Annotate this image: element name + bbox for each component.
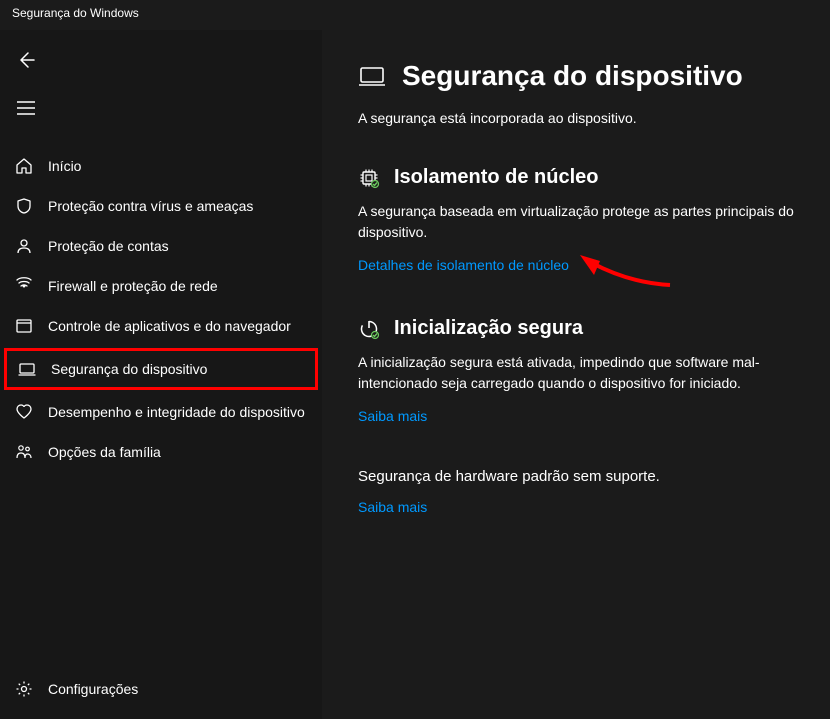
sidebar-item-label: Desempenho e integridade do dispositivo — [48, 404, 305, 420]
section-title: Inicialização segura — [394, 317, 583, 340]
chip-icon — [358, 167, 380, 189]
back-button[interactable] — [6, 40, 46, 80]
sidebar-item-app-control[interactable]: Controle de aplicativos e do navegador — [0, 306, 322, 346]
hardware-status-text: Segurança de hardware padrão sem suporte… — [358, 468, 794, 485]
heart-icon — [14, 402, 34, 422]
sidebar-item-account[interactable]: Proteção de contas — [0, 226, 322, 266]
section-desc: A inicialização segura está ativada, imp… — [358, 352, 794, 394]
network-icon — [14, 276, 34, 296]
section-core-isolation: Isolamento de núcleo A segurança baseada… — [358, 166, 794, 275]
hardware-learn-more-link[interactable]: Saiba mais — [358, 499, 427, 515]
gear-icon — [14, 679, 34, 699]
family-icon — [14, 442, 34, 462]
device-icon — [17, 359, 37, 379]
section-title: Isolamento de núcleo — [394, 166, 598, 189]
page-title: Segurança do dispositivo — [402, 60, 743, 92]
sidebar-item-performance[interactable]: Desempenho e integridade do dispositivo — [0, 392, 322, 432]
sidebar-item-label: Controle de aplicativos e do navegador — [48, 318, 291, 334]
sidebar-item-label: Firewall e proteção de rede — [48, 278, 218, 294]
section-secure-boot: Inicialização segura A inicialização seg… — [358, 317, 794, 426]
secure-boot-learn-more-link[interactable]: Saiba mais — [358, 408, 427, 424]
window-title: Segurança do Windows — [0, 0, 830, 30]
device-icon — [358, 62, 386, 90]
sidebar-item-label: Proteção contra vírus e ameaças — [48, 198, 253, 214]
menu-button[interactable] — [6, 88, 46, 128]
back-arrow-icon — [16, 50, 36, 70]
shield-icon — [14, 196, 34, 216]
section-desc: A segurança baseada em virtualização pro… — [358, 201, 794, 243]
sidebar: Início Proteção contra vírus e ameaças P… — [0, 30, 322, 719]
app-browser-icon — [14, 316, 34, 336]
sidebar-item-label: Configurações — [48, 681, 138, 697]
sidebar-item-label: Opções da família — [48, 444, 161, 460]
sidebar-item-label: Proteção de contas — [48, 238, 169, 254]
page-subtitle: A segurança está incorporada ao disposit… — [358, 110, 794, 126]
section-hardware: Segurança de hardware padrão sem suporte… — [358, 468, 794, 517]
sidebar-item-label: Segurança do dispositivo — [51, 361, 207, 377]
home-icon — [14, 156, 34, 176]
sidebar-item-device-security[interactable]: Segurança do dispositivo — [4, 348, 318, 390]
account-icon — [14, 236, 34, 256]
sidebar-item-firewall[interactable]: Firewall e proteção de rede — [0, 266, 322, 306]
main-content: Segurança do dispositivo A segurança est… — [322, 30, 830, 719]
sidebar-item-virus[interactable]: Proteção contra vírus e ameaças — [0, 186, 322, 226]
sidebar-item-settings[interactable]: Configurações — [0, 669, 322, 709]
hamburger-icon — [17, 101, 35, 115]
sidebar-item-label: Início — [48, 158, 81, 174]
core-isolation-details-link[interactable]: Detalhes de isolamento de núcleo — [358, 257, 569, 273]
power-icon — [358, 318, 380, 340]
sidebar-item-home[interactable]: Início — [0, 146, 322, 186]
sidebar-item-family[interactable]: Opções da família — [0, 432, 322, 472]
